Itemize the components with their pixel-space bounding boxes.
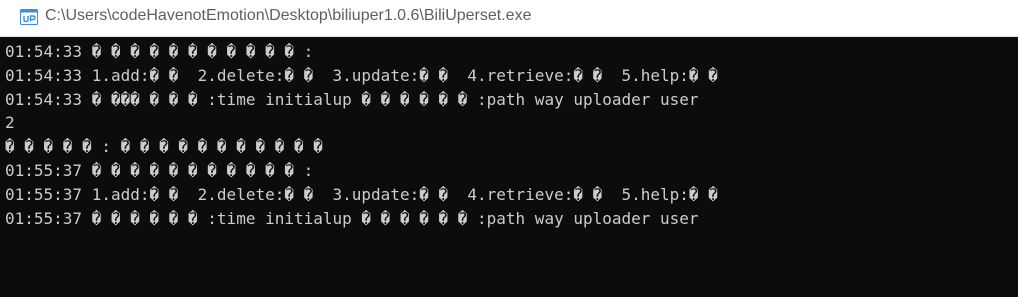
console-output[interactable]: 01:54:33 � � � � � � � � � � � : 01:54:3… bbox=[0, 37, 1018, 297]
console-line: � � � � � : � � � � � � � � � � � bbox=[5, 137, 323, 157]
console-line: 01:55:37 � � � � � � :time initialup � �… bbox=[5, 208, 699, 228]
console-line: 01:54:33 � � � � � � � � � � � : bbox=[5, 42, 314, 61]
window-title: C:\Users\codeHavenotEmotion\Desktop\bili… bbox=[45, 7, 532, 24]
console-line: 01:55:37 � � � � � � � � � � � : bbox=[5, 160, 314, 180]
console-line: 01:55:37 1.add:� � 2.delete:� � 3.update… bbox=[5, 184, 718, 204]
console-app-icon bbox=[20, 9, 38, 25]
console-line: 01:54:33 1.add:� � 2.delete:� � 3.update… bbox=[5, 65, 718, 85]
console-line: 01:54:33 � ��� � � � :time initialup � �… bbox=[5, 89, 699, 109]
title-bar[interactable]: C:\Users\codeHavenotEmotion\Desktop\bili… bbox=[0, 0, 1018, 37]
console-window: C:\Users\codeHavenotEmotion\Desktop\bili… bbox=[0, 0, 1018, 297]
console-line: 2 bbox=[5, 113, 15, 133]
